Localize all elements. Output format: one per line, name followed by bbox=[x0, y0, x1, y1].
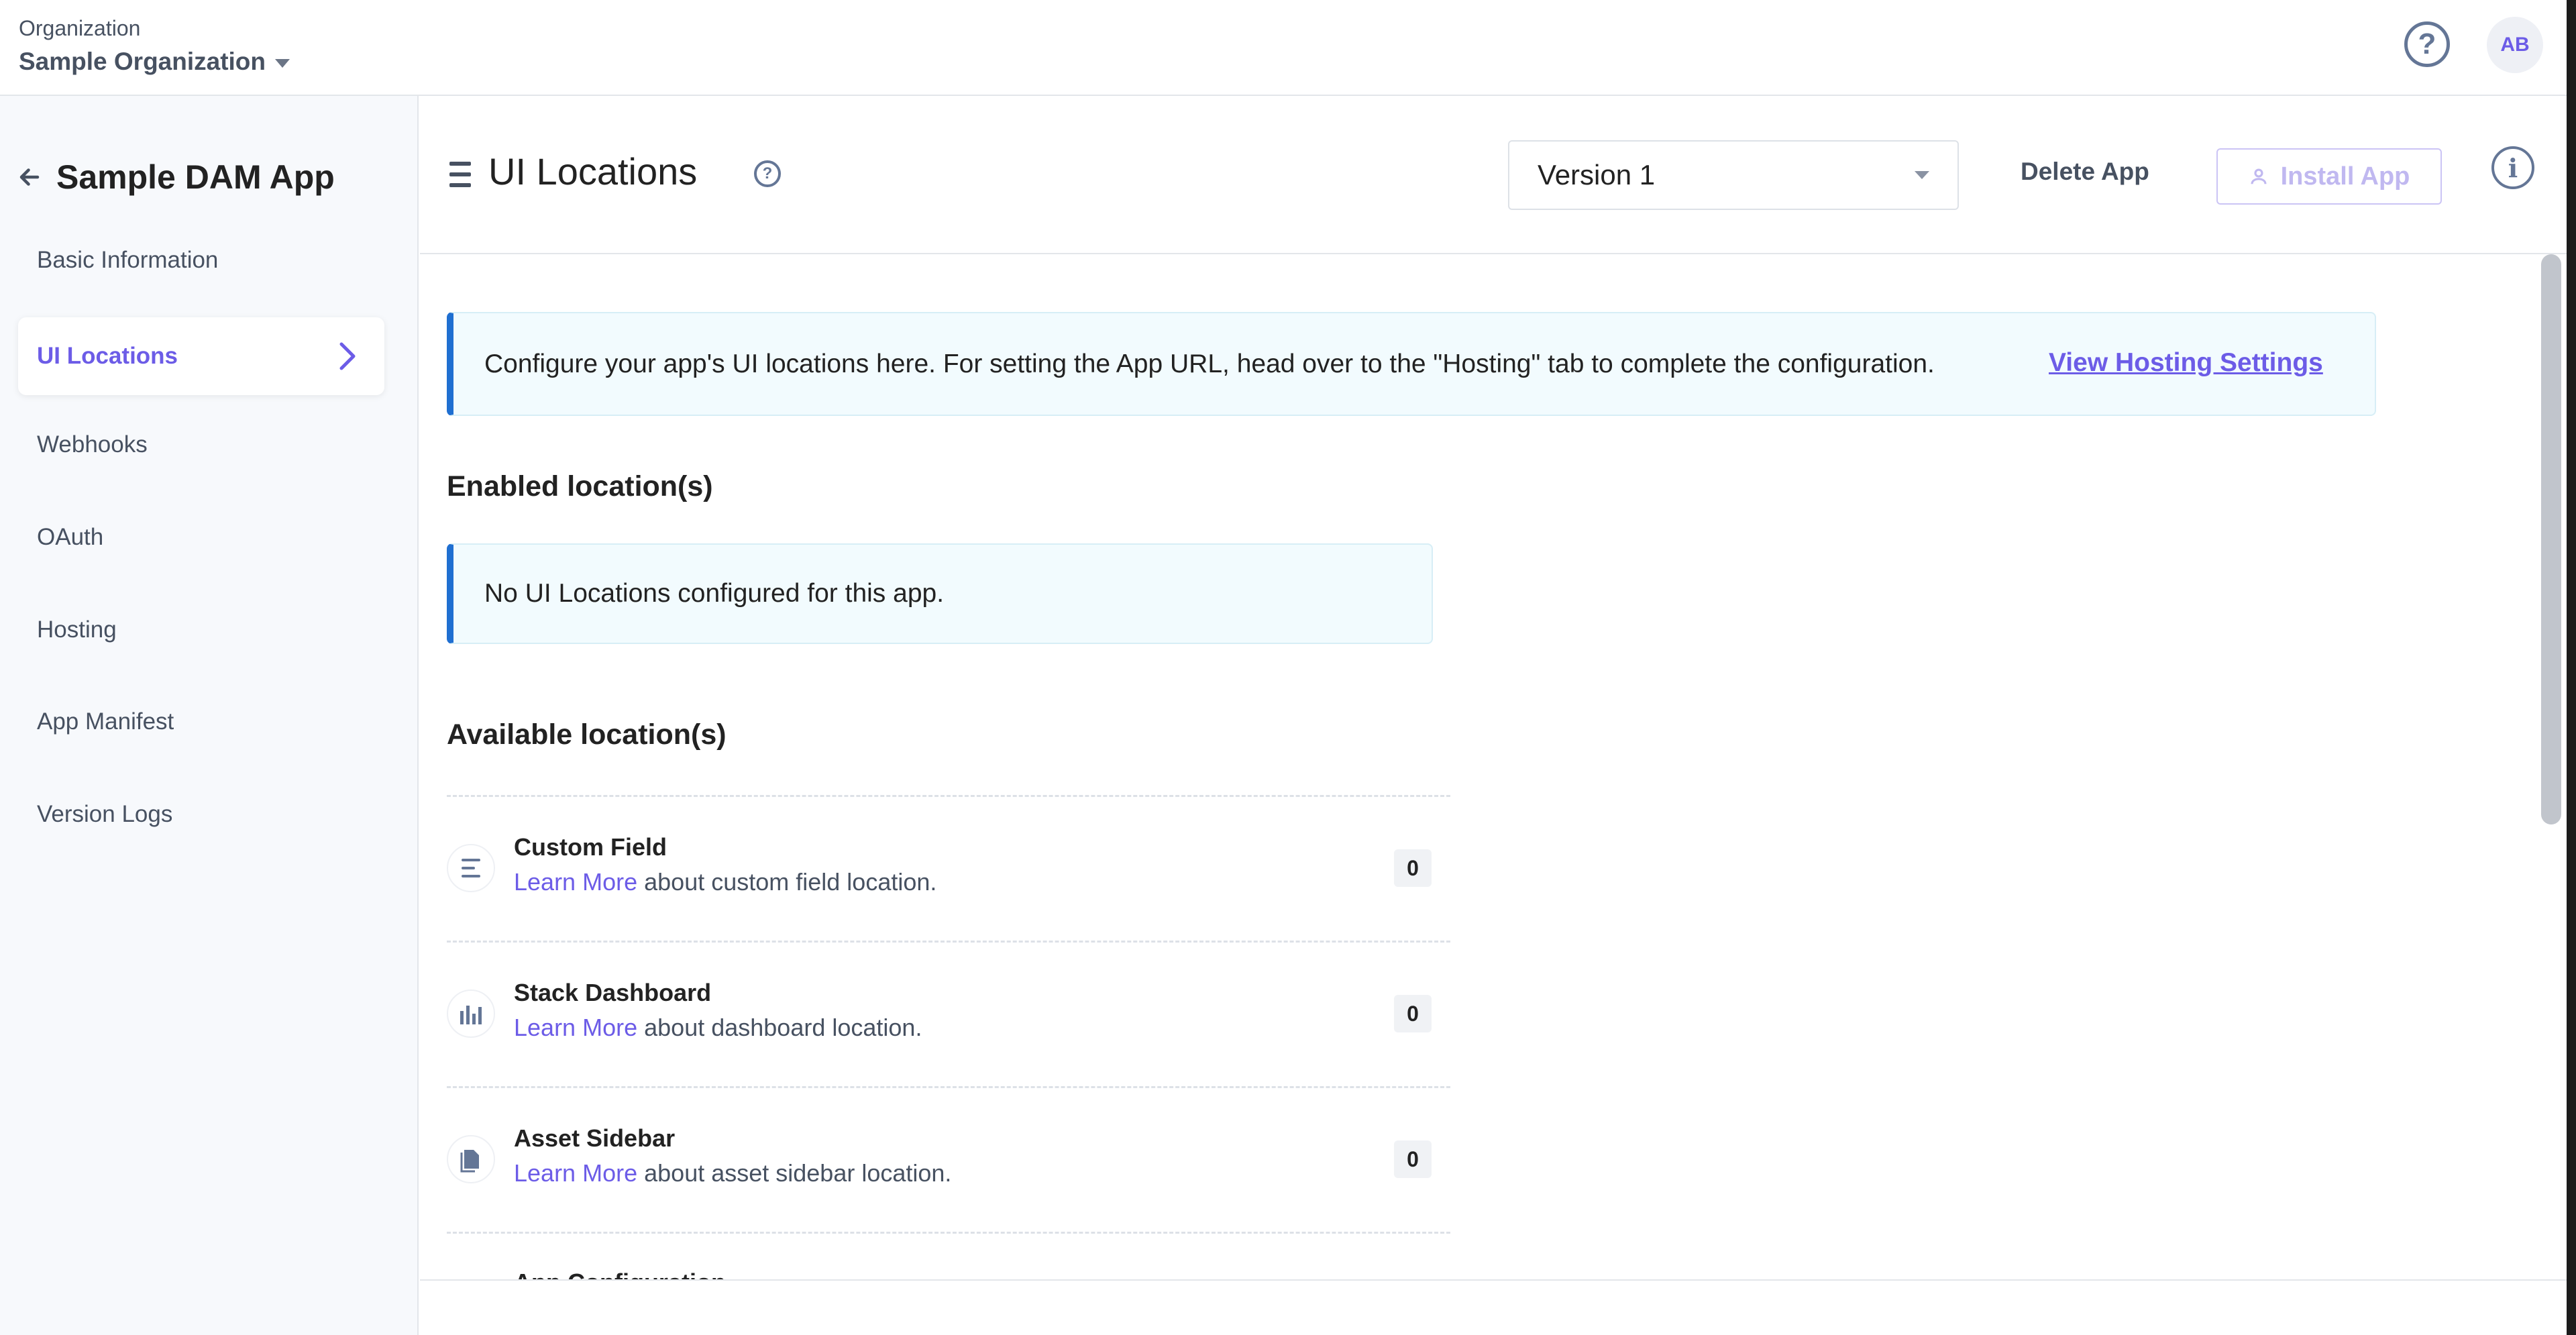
location-description: about dashboard location. bbox=[644, 1014, 922, 1041]
sidebar-item-oauth[interactable]: OAuth bbox=[37, 524, 103, 551]
sidebar-item-app-manifest[interactable]: App Manifest bbox=[37, 708, 174, 735]
version-select-value: Version 1 bbox=[1538, 159, 1656, 191]
back-to-apps[interactable]: Sample DAM App bbox=[17, 158, 335, 197]
sidebar-item-webhooks[interactable]: Webhooks bbox=[37, 431, 148, 458]
sidebar-item-basic-information[interactable]: Basic Information bbox=[37, 247, 218, 274]
list-item[interactable]: Stack Dashboard Learn More about dashboa… bbox=[447, 941, 1450, 1086]
list-item[interactable]: Asset Sidebar Learn More about asset sid… bbox=[447, 1086, 1450, 1232]
chevron-down-icon bbox=[1915, 171, 1929, 179]
list-item[interactable]: App Configuration bbox=[447, 1232, 1450, 1279]
sidebar-item-ui-locations[interactable]: UI Locations bbox=[18, 317, 384, 395]
location-name: App Configuration bbox=[514, 1269, 726, 1279]
location-count-badge: 0 bbox=[1394, 995, 1432, 1032]
learn-more-link[interactable]: Learn More bbox=[514, 868, 637, 896]
sidebar-item-hosting[interactable]: Hosting bbox=[37, 617, 117, 643]
sidebar-item-label: UI Locations bbox=[37, 343, 178, 369]
banner-text: Configure your app's UI locations here. … bbox=[484, 349, 1935, 378]
chevron-down-icon bbox=[275, 58, 290, 68]
sidebar: Sample DAM App Basic Information UI Loca… bbox=[0, 96, 419, 1335]
location-count-badge: 0 bbox=[1394, 849, 1432, 887]
location-name: Stack Dashboard bbox=[514, 979, 712, 1006]
bottom-bar bbox=[420, 1279, 2576, 1335]
custom-field-icon bbox=[447, 844, 495, 892]
install-app-label: Install App bbox=[2280, 162, 2410, 191]
list-item[interactable]: Custom Field Learn More about custom fie… bbox=[447, 795, 1450, 941]
avatar[interactable]: AB bbox=[2487, 17, 2543, 73]
main-content: Configure your app's UI locations here. … bbox=[420, 254, 2533, 1279]
available-locations-heading: Available location(s) bbox=[447, 718, 727, 751]
window-edge bbox=[2567, 0, 2576, 1335]
delete-app-button[interactable]: Delete App bbox=[2021, 158, 2149, 186]
arrow-left-icon bbox=[19, 168, 40, 186]
enabled-locations-heading: Enabled location(s) bbox=[447, 470, 713, 502]
page-header: UI Locations ? Version 1 Delete App Inst… bbox=[420, 96, 2576, 254]
page-title: UI Locations bbox=[488, 150, 698, 193]
location-count-badge: 0 bbox=[1394, 1140, 1432, 1178]
view-hosting-settings-link[interactable]: View Hosting Settings bbox=[2049, 348, 2323, 378]
chevron-right-icon bbox=[339, 342, 356, 370]
organization-name: Sample Organization bbox=[19, 48, 266, 75]
organization-switcher[interactable]: Organization Sample Organization bbox=[19, 16, 290, 76]
empty-locations-text: No UI Locations configured for this app. bbox=[484, 579, 945, 608]
learn-more-link[interactable]: Learn More bbox=[514, 1014, 637, 1041]
location-description: about custom field location. bbox=[644, 868, 937, 896]
location-description: about asset sidebar location. bbox=[644, 1159, 952, 1187]
hamburger-menu-icon[interactable] bbox=[449, 162, 471, 187]
dashboard-icon bbox=[447, 990, 495, 1038]
asset-sidebar-icon bbox=[447, 1135, 495, 1183]
learn-more-link[interactable]: Learn More bbox=[514, 1159, 637, 1187]
info-icon[interactable]: i bbox=[2491, 146, 2534, 189]
location-name: Custom Field bbox=[514, 833, 667, 861]
empty-locations-notice: No UI Locations configured for this app. bbox=[447, 543, 1433, 644]
app-title: Sample DAM App bbox=[56, 158, 335, 196]
scrollbar-thumb[interactable] bbox=[2541, 254, 2561, 824]
question-circle-icon[interactable]: ? bbox=[754, 160, 781, 187]
top-bar: Organization Sample Organization ? AB bbox=[0, 0, 2576, 96]
info-banner: Configure your app's UI locations here. … bbox=[447, 312, 2376, 416]
version-select[interactable]: Version 1 bbox=[1508, 140, 1959, 210]
user-icon bbox=[2251, 168, 2267, 184]
organization-label: Organization bbox=[19, 16, 141, 40]
location-name: Asset Sidebar bbox=[514, 1124, 676, 1152]
sidebar-item-version-logs[interactable]: Version Logs bbox=[37, 801, 172, 828]
question-circle-icon[interactable]: ? bbox=[2404, 21, 2450, 67]
install-app-button[interactable]: Install App bbox=[2216, 148, 2442, 205]
